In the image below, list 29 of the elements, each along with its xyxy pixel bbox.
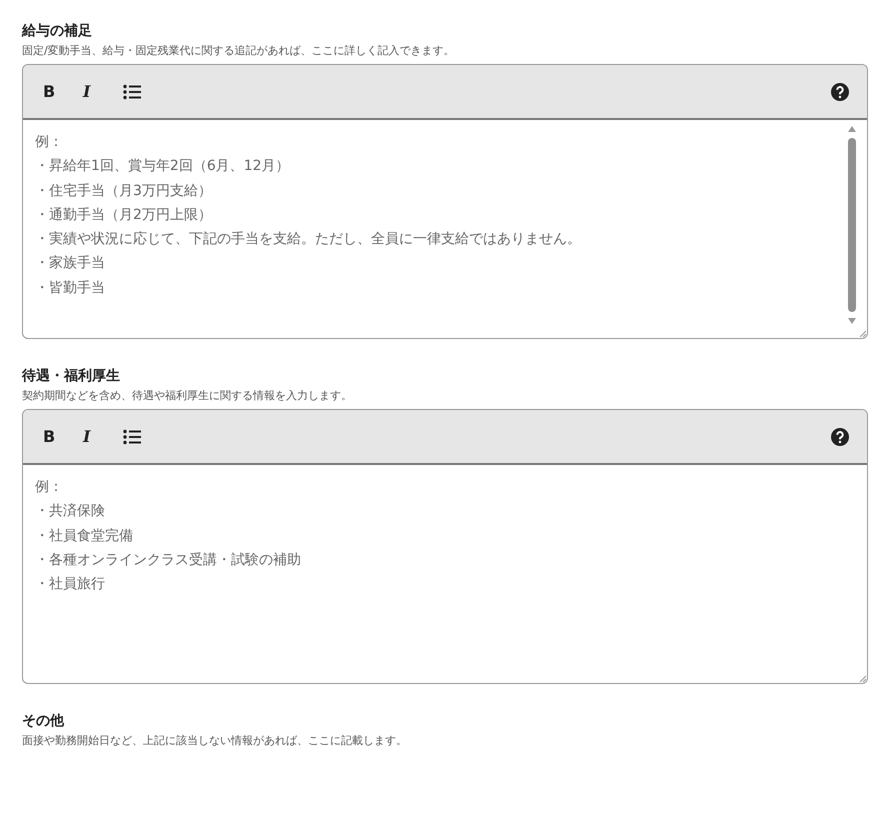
section-description: 契約期間などを含め、待遇や福利厚生に関する情報を入力します。 (22, 388, 353, 404)
placeholder-text: ・住宅手当（月3万円支給） (35, 182, 213, 201)
section-title: その他 (22, 712, 66, 730)
section-title: 待遇・福利厚生 (22, 367, 121, 385)
placeholder-text: 例： (35, 478, 64, 497)
resize-handle-icon[interactable] (859, 675, 866, 682)
section-description: 固定/変動手当、給与・固定残業代に関する追記があれば、ここに詳しく記入できます。 (22, 43, 456, 59)
placeholder-text: ・共済保険 (35, 502, 106, 522)
scroll-up-icon[interactable] (848, 126, 856, 132)
italic-button[interactable]: I (79, 82, 119, 101)
resize-handle-icon[interactable] (859, 330, 866, 337)
rich-text-editor[interactable]: B I 例： ・共済保険 ・社員食堂完備 ・各種オンラインクラス受講・試験の補助 ・社員旅行 (22, 409, 868, 684)
section-title: 給与の補足 (22, 22, 93, 40)
rich-text-editor[interactable]: B I 例： ・昇給年1回、賞与年2回（6月、12月） ・住宅手当（月3万円支給） ・通勤手当（月2万円上限） ・実績や状況に応じて、下記の手当を支給。ただし、全員に一律支給ではありません。 ・家族手当 ・皆勤手当 (22, 64, 868, 339)
placeholder-text: ・社員旅行 (35, 575, 106, 594)
placeholder-text: ・各種オンラインクラス受講・試験の補助 (35, 550, 302, 570)
bold-button[interactable]: B (39, 427, 79, 446)
scroll-down-icon[interactable] (848, 318, 856, 324)
bold-button[interactable]: B (39, 82, 79, 101)
placeholder-text: 例： (35, 133, 64, 152)
section-description: 面接や勤務開始日など、上記に該当しない情報があれば、ここに記載します。 (22, 733, 408, 749)
placeholder-text: ・昇給年1回、賞与年2回（6月、12月） (35, 157, 291, 176)
placeholder-text: ・皆勤手当 (35, 278, 106, 298)
scrollbar-thumb[interactable] (848, 138, 856, 312)
placeholder-text: ・通勤手当（月2万円上限） (35, 206, 213, 225)
placeholder-text: ・社員食堂完備 (35, 526, 134, 546)
placeholder-text: ・実績や状況に応じて、下記の手当を支給。ただし、全員に一律支給ではありません。 (35, 230, 582, 250)
placeholder-text: ・家族手当 (35, 254, 106, 274)
italic-button[interactable]: I (79, 427, 119, 446)
